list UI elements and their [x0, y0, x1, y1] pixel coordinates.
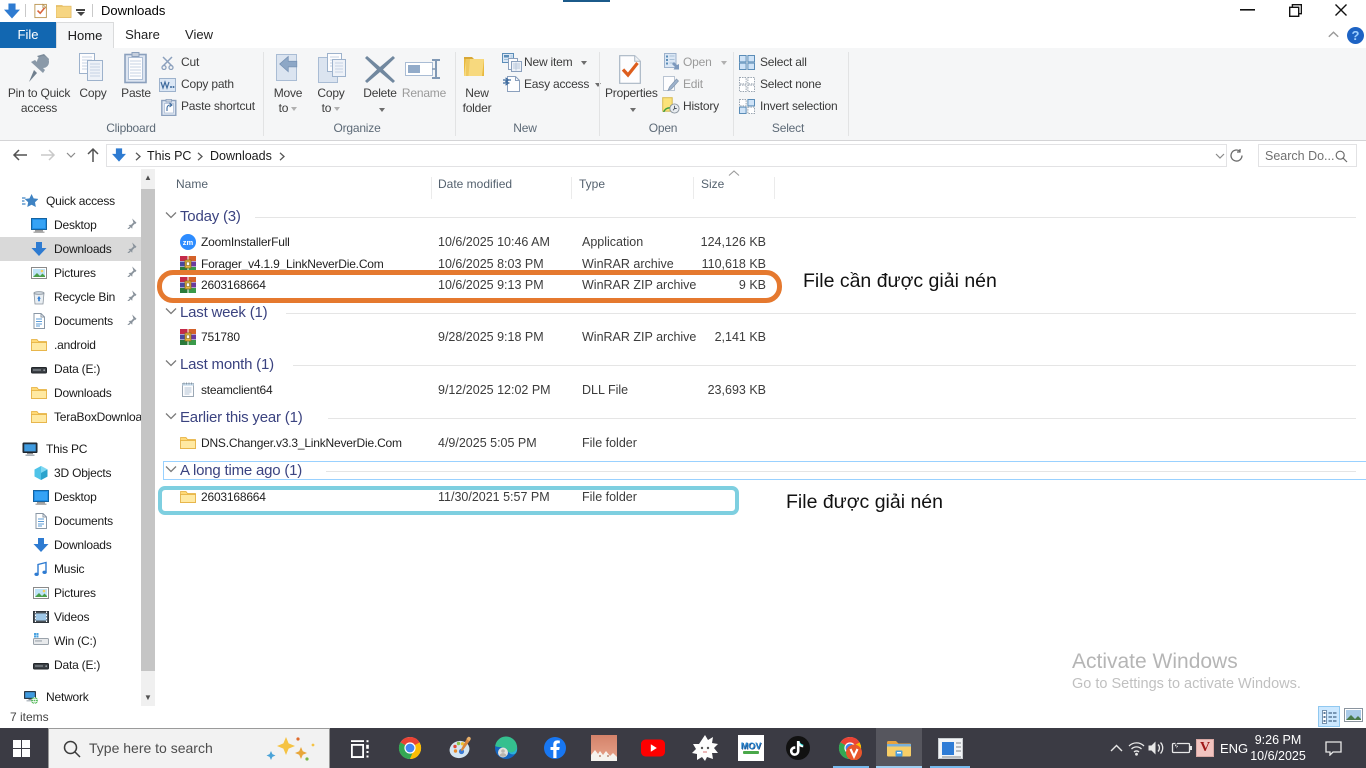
svg-text:zm: zm	[183, 238, 194, 247]
